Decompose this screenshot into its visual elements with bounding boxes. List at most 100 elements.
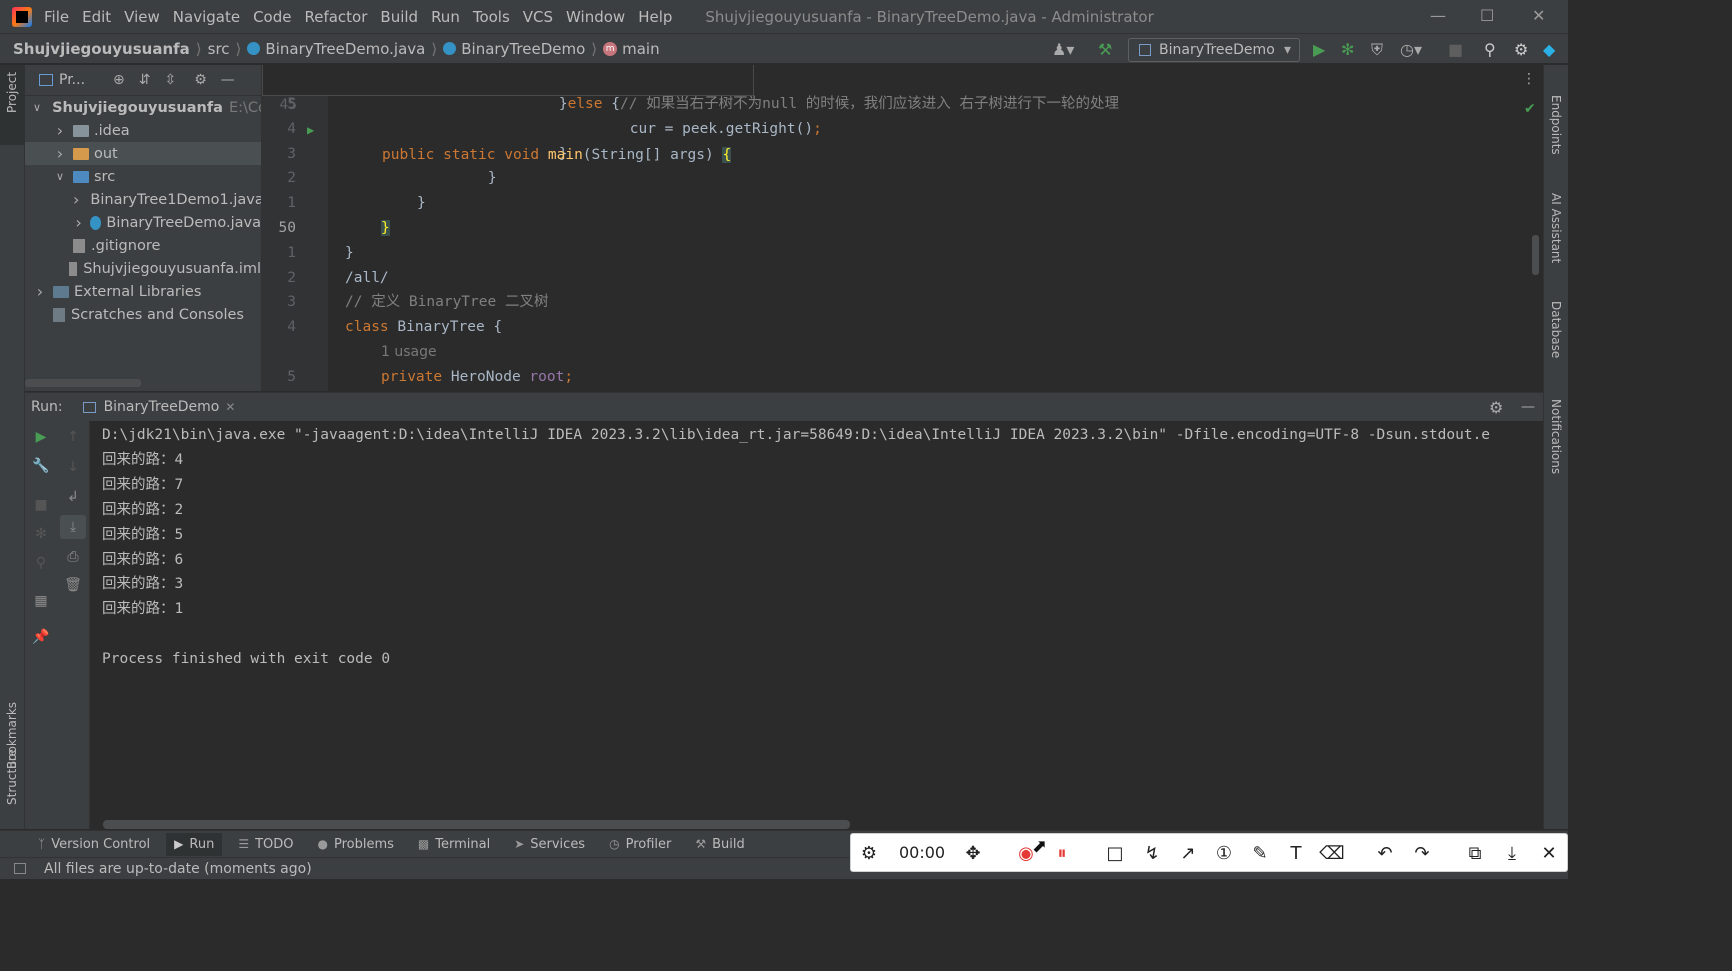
tool-run[interactable]: ▶ Run: [166, 832, 223, 856]
number-marker-icon[interactable]: ①: [1212, 841, 1236, 865]
zoom-icon[interactable]: ⚲: [25, 555, 57, 571]
notifications-tool-label[interactable]: Notifications: [1549, 399, 1563, 474]
eraser-icon[interactable]: ⌫: [1319, 841, 1344, 865]
stop-icon[interactable]: ■: [1448, 40, 1463, 59]
up-arrow-icon[interactable]: ↑: [57, 429, 89, 445]
rerun-icon[interactable]: ▶: [25, 429, 57, 445]
settings-gear-icon[interactable]: ⚙: [1514, 40, 1528, 59]
soft-wrap-icon[interactable]: ↲: [57, 489, 89, 505]
sticky-scroll-line[interactable]: 45 ▶ public static void main(String[] ar…: [262, 65, 754, 163]
undo-icon[interactable]: ↶: [1373, 841, 1397, 865]
tool-build[interactable]: ⚒ Build: [695, 837, 744, 852]
user-icon[interactable]: ♟▾: [1052, 40, 1074, 59]
locate-icon[interactable]: ⊕: [113, 72, 125, 88]
project-panel-title[interactable]: Pr...: [59, 72, 85, 88]
menu-help[interactable]: Help: [638, 8, 672, 26]
down-arrow-icon[interactable]: ↓: [57, 459, 89, 475]
breadcrumb-src[interactable]: src: [208, 40, 230, 58]
print-icon[interactable]: ⎙: [57, 549, 89, 565]
ai-assistant-tool-label[interactable]: AI Assistant: [1549, 193, 1563, 263]
database-tool-label[interactable]: Database: [1549, 301, 1563, 358]
stop-run-icon[interactable]: ■: [25, 497, 57, 513]
menu-vcs[interactable]: VCS: [523, 8, 553, 26]
chevron-right-icon[interactable]: ›: [33, 282, 47, 301]
endpoints-tool-label[interactable]: Endpoints: [1549, 95, 1563, 155]
breadcrumb-method[interactable]: m main: [603, 40, 660, 58]
project-tool-label[interactable]: Project: [5, 72, 19, 113]
copy-icon[interactable]: ⧉: [1463, 841, 1487, 865]
close-window-icon[interactable]: ✕: [1532, 6, 1545, 25]
menu-tools[interactable]: Tools: [473, 8, 510, 26]
tree-item[interactable]: ∨ Shujvjiegouyusuanfa E:\Co: [25, 96, 261, 119]
download-icon[interactable]: ⤓: [1500, 841, 1524, 865]
redo-icon[interactable]: ↷: [1410, 841, 1434, 865]
tree-item[interactable]: ∨ src: [25, 165, 261, 188]
chevron-down-icon[interactable]: ∨: [53, 170, 67, 183]
console-horizontal-scrollbar[interactable]: [103, 820, 850, 829]
run-gutter-icon[interactable]: ▶: [307, 118, 314, 143]
tree-item[interactable]: › out: [25, 142, 261, 165]
tree-item[interactable]: › .idea: [25, 119, 261, 142]
expand-all-icon[interactable]: ⇵: [139, 72, 151, 88]
run-tab-label[interactable]: BinaryTreeDemo: [104, 399, 220, 415]
move-icon[interactable]: ✥: [961, 841, 985, 865]
wrench-icon[interactable]: 🔧: [25, 458, 57, 474]
breadcrumb-project[interactable]: Shujvjiegouyusuanfa: [13, 40, 190, 58]
menu-view[interactable]: View: [124, 8, 160, 26]
run-settings-gear-icon[interactable]: ⚙: [1489, 398, 1503, 417]
chevron-right-icon[interactable]: ›: [53, 121, 67, 140]
run-icon[interactable]: ▶: [1313, 40, 1325, 59]
menu-run[interactable]: Run: [431, 8, 460, 26]
breadcrumb-file[interactable]: BinaryTreeDemo.java: [247, 40, 425, 58]
trash-icon[interactable]: 🗑: [57, 577, 89, 593]
structure-tool-label[interactable]: Structure: [5, 749, 19, 805]
search-icon[interactable]: ⚲: [1484, 40, 1496, 59]
arrow-icon[interactable]: ↗: [1176, 841, 1200, 865]
menu-code[interactable]: Code: [253, 8, 291, 26]
menu-build[interactable]: Build: [380, 8, 418, 26]
profile-icon[interactable]: ◷▾: [1400, 40, 1422, 59]
pause-record-icon[interactable]: ⏸: [1050, 841, 1074, 865]
maximize-icon[interactable]: ☐: [1480, 6, 1494, 25]
minimize-icon[interactable]: —: [1430, 6, 1446, 25]
tree-item[interactable]: › External Libraries: [25, 280, 261, 303]
breadcrumb-class[interactable]: BinaryTreeDemo: [443, 40, 585, 58]
status-square-icon[interactable]: [14, 863, 26, 874]
ide-plugin-icon[interactable]: ◆: [1543, 40, 1555, 59]
tool-profiler[interactable]: ◷ Profiler: [609, 837, 671, 852]
polyline-icon[interactable]: ↯: [1140, 841, 1164, 865]
menu-edit[interactable]: Edit: [82, 8, 111, 26]
debug-run-icon[interactable]: ✻: [25, 526, 57, 542]
recorder-settings-gear-icon[interactable]: ⚙: [857, 841, 881, 865]
scroll-to-end-icon[interactable]: ⤓: [57, 519, 89, 535]
tool-services[interactable]: ➤ Services: [514, 837, 585, 852]
layout-icon[interactable]: ▦: [25, 593, 57, 609]
collapse-all-icon[interactable]: ⇳: [165, 72, 177, 88]
tree-item[interactable]: Shujvjiegouyusuanfa.iml: [25, 257, 261, 280]
chevron-down-icon[interactable]: ∨: [33, 101, 41, 114]
tool-terminal[interactable]: ▩ Terminal: [418, 837, 490, 852]
hide-panel-icon[interactable]: —: [221, 72, 235, 88]
horizontal-scrollbar[interactable]: [25, 379, 141, 387]
code-editor[interactable]: 5 }else {// 如果当右子树不为null 的时候，我们应该进入 右子树进…: [262, 65, 1543, 391]
coverage-icon[interactable]: ⛨: [1371, 40, 1383, 60]
menu-window[interactable]: Window: [566, 8, 625, 26]
tool-version-control[interactable]: ᛉ Version Control: [38, 837, 150, 852]
chevron-right-icon[interactable]: ›: [73, 213, 84, 232]
options-gear-icon[interactable]: ⚙: [194, 72, 207, 88]
tree-item[interactable]: › BinaryTreeDemo.java: [25, 211, 261, 234]
tool-todo[interactable]: ☰ TODO: [238, 837, 293, 852]
text-icon[interactable]: T: [1284, 841, 1308, 865]
tree-item[interactable]: › BinaryTree1Demo1.java: [25, 188, 261, 211]
console-output[interactable]: D:\jdk21\bin\java.exe "-javaagent:D:\ide…: [90, 421, 1543, 829]
hide-run-panel-icon[interactable]: —: [1521, 399, 1535, 415]
editor-scrollbar[interactable]: [1532, 235, 1539, 275]
tree-item[interactable]: Scratches and Consoles: [25, 303, 261, 326]
debug-icon[interactable]: ✻: [1341, 40, 1354, 59]
menu-file[interactable]: File: [44, 8, 69, 26]
shape-icon[interactable]: □: [1103, 841, 1127, 865]
tree-item[interactable]: .gitignore: [25, 234, 261, 257]
menu-refactor[interactable]: Refactor: [304, 8, 367, 26]
menu-navigate[interactable]: Navigate: [173, 8, 240, 26]
pin-icon[interactable]: 📌: [25, 629, 57, 645]
